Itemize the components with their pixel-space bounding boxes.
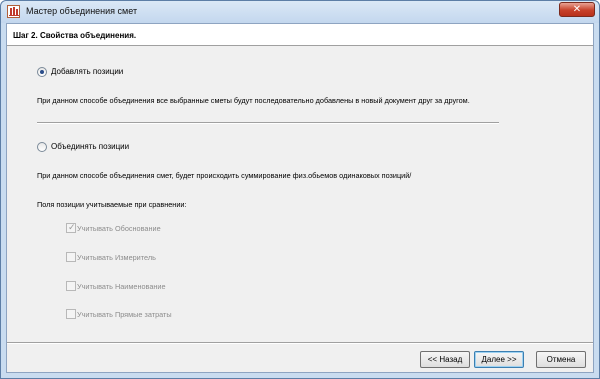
- wizard-client-area: Шаг 2. Свойства объединения. Добавлять п…: [6, 23, 594, 373]
- wizard-window: Мастер объединения смет ✕ Шаг 2. Свойств…: [0, 0, 600, 379]
- close-icon: ✕: [572, 4, 582, 15]
- cancel-button[interactable]: Отмена: [536, 351, 586, 368]
- merge-positions-description: При данном способе объединения смет, буд…: [37, 171, 412, 180]
- consider-direct-costs-label: Учитывать Прямые затраты: [77, 310, 172, 319]
- close-button[interactable]: ✕: [559, 2, 595, 17]
- consider-justification-checkbox[interactable]: [66, 222, 76, 233]
- consider-name-checkbox[interactable]: [66, 281, 76, 291]
- append-positions-radio[interactable]: [37, 67, 47, 77]
- title-bar[interactable]: Мастер объединения смет ✕: [1, 1, 599, 23]
- merge-positions-radio[interactable]: [37, 142, 47, 152]
- consider-name-label: Учитывать Наименование: [77, 282, 166, 291]
- next-button[interactable]: Далее >>: [474, 351, 524, 368]
- consider-unit-label: Учитывать Измеритель: [77, 253, 156, 262]
- option-divider: [37, 122, 499, 124]
- button-separator: [7, 342, 593, 344]
- compare-fields-label: Поля позиции учитываемые при сравнении:: [37, 200, 187, 209]
- append-positions-label[interactable]: Добавлять позиции: [51, 67, 123, 76]
- step-header: Шаг 2. Свойства объединения.: [7, 24, 593, 46]
- back-button[interactable]: << Назад: [420, 351, 470, 368]
- append-positions-description: При данном способе объединения все выбра…: [37, 96, 470, 105]
- consider-justification-label: Учитывать Обоснование: [77, 224, 161, 233]
- estimate-app-icon: [7, 5, 20, 18]
- merge-positions-label[interactable]: Объединять позиции: [51, 142, 129, 151]
- step-title: Шаг 2. Свойства объединения.: [13, 31, 137, 40]
- consider-unit-checkbox[interactable]: [66, 252, 76, 262]
- consider-direct-costs-checkbox[interactable]: [66, 309, 76, 319]
- window-title: Мастер объединения смет: [26, 6, 138, 16]
